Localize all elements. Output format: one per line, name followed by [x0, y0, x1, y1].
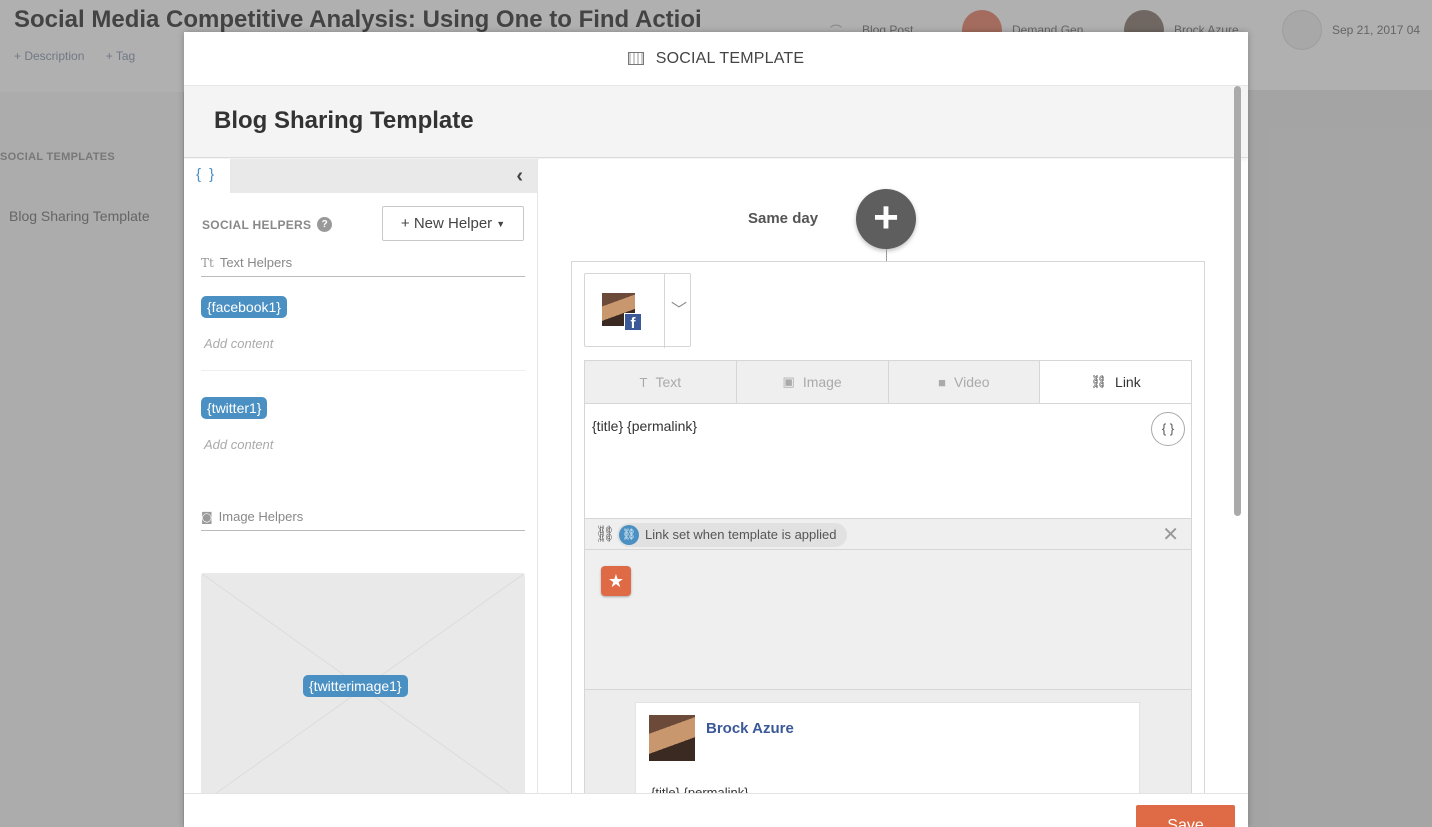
image-helpers-heading: ◙ Image Helpers: [201, 509, 525, 531]
add-content-placeholder[interactable]: Add content: [204, 336, 273, 351]
tab-label: Video: [954, 374, 990, 390]
link-status-badge: ⛓ Link set when template is applied: [617, 523, 847, 547]
message-text: {title} {permalink}: [592, 418, 698, 434]
caret-down-icon: ▼: [496, 218, 506, 229]
link-dot-icon: ⛓: [619, 525, 639, 545]
image-helpers-label: Image Helpers: [218, 509, 304, 524]
new-helper-button[interactable]: + New Helper ▼: [382, 206, 524, 241]
text-icon: Tt: [201, 256, 214, 270]
video-icon: ■: [938, 374, 947, 390]
modal-header: SOCIAL TEMPLATE: [184, 32, 1248, 86]
facebook-post-preview: Brock Azure {title} {permalink}: [635, 702, 1140, 802]
divider: [201, 370, 525, 371]
chevron-down-icon[interactable]: ﹀: [671, 296, 687, 320]
post-card: f ﹀ T Text ▣ Image ■ Video ⛓ Link {title…: [571, 261, 1205, 827]
tab-label: Link: [1115, 374, 1141, 390]
close-icon[interactable]: ✕: [1162, 522, 1179, 547]
tab-image[interactable]: ▣ Image: [736, 361, 889, 403]
modal-header-label: SOCIAL TEMPLATE: [655, 49, 805, 67]
image-helper-placeholder[interactable]: {twitterimage1}: [201, 573, 525, 804]
helper-tag-twitter1[interactable]: {twitter1}: [201, 397, 268, 419]
template-title[interactable]: Blog Sharing Template: [214, 107, 474, 135]
tab-text[interactable]: T Text: [585, 361, 737, 403]
composer-panel: Same day + f ﹀ T Text ▣ Image ■ Video ⛓ …: [539, 159, 1239, 827]
add-post-button[interactable]: +: [856, 189, 916, 249]
new-helper-label: + New Helper: [400, 215, 493, 232]
post-editor: T Text ▣ Image ■ Video ⛓ Link {title} {perma…: [584, 360, 1192, 802]
account-selector[interactable]: f ﹀: [584, 273, 691, 348]
tab-label: Image: [802, 374, 842, 390]
insert-variable-button[interactable]: { }: [1151, 412, 1185, 446]
facebook-icon: f: [624, 313, 642, 332]
save-button[interactable]: Save: [1136, 805, 1235, 827]
media-area: ★: [585, 550, 1191, 690]
avatar: [649, 715, 695, 761]
tab-video[interactable]: ■ Video: [888, 361, 1041, 403]
modal-title-bar: Blog Sharing Template: [184, 86, 1248, 158]
help-icon[interactable]: ?: [317, 217, 333, 232]
link-icon: ⛓: [595, 526, 616, 543]
post-type-tabs: T Text ▣ Image ■ Video ⛓ Link: [585, 361, 1191, 404]
chevron-left-icon[interactable]: ‹: [516, 165, 523, 188]
tab-label: Text: [655, 374, 682, 390]
post-preview-area: Brock Azure {title} {permalink}: [585, 690, 1191, 802]
link-bar: ⛓ ⛓ Link set when template is applied ✕: [585, 518, 1191, 550]
preview-author-name: Brock Azure: [706, 720, 794, 737]
modal-footer: Save: [184, 793, 1248, 827]
divider: [664, 274, 665, 348]
modal-scrollbar[interactable]: [1234, 86, 1241, 516]
add-content-placeholder[interactable]: Add content: [204, 437, 273, 452]
text-icon: T: [639, 374, 648, 390]
helper-tag-twitterimage1[interactable]: {twitterimage1}: [303, 675, 408, 697]
schedule-label: Same day: [748, 210, 819, 227]
helper-tag-facebook1[interactable]: {facebook1}: [201, 296, 287, 318]
link-icon: ⛓: [1090, 374, 1108, 389]
star-icon[interactable]: ★: [601, 566, 631, 596]
text-helpers-label: Text Helpers: [219, 255, 293, 270]
tab-link[interactable]: ⛓ Link: [1040, 361, 1191, 403]
template-icon: [627, 52, 644, 65]
social-helpers-heading: SOCIAL HELPERS ?: [202, 217, 333, 232]
timeline-stem: [886, 249, 887, 261]
image-icon: ▣: [782, 374, 795, 389]
text-helpers-heading: Tt Text Helpers: [201, 255, 525, 277]
social-template-modal: SOCIAL TEMPLATE Blog Sharing Template { …: [184, 32, 1248, 827]
social-helpers-label: SOCIAL HELPERS: [202, 217, 312, 232]
helpers-tabs: { } ‹: [184, 159, 537, 193]
message-textarea[interactable]: {title} {permalink} { }: [585, 404, 1191, 518]
camera-icon: ◙: [201, 510, 213, 524]
link-status-text: Link set when template is applied: [645, 527, 837, 542]
helpers-panel: { } ‹ SOCIAL HELPERS ? + New Helper ▼ Tt T…: [184, 159, 538, 827]
tab-helpers[interactable]: { }: [184, 159, 230, 193]
